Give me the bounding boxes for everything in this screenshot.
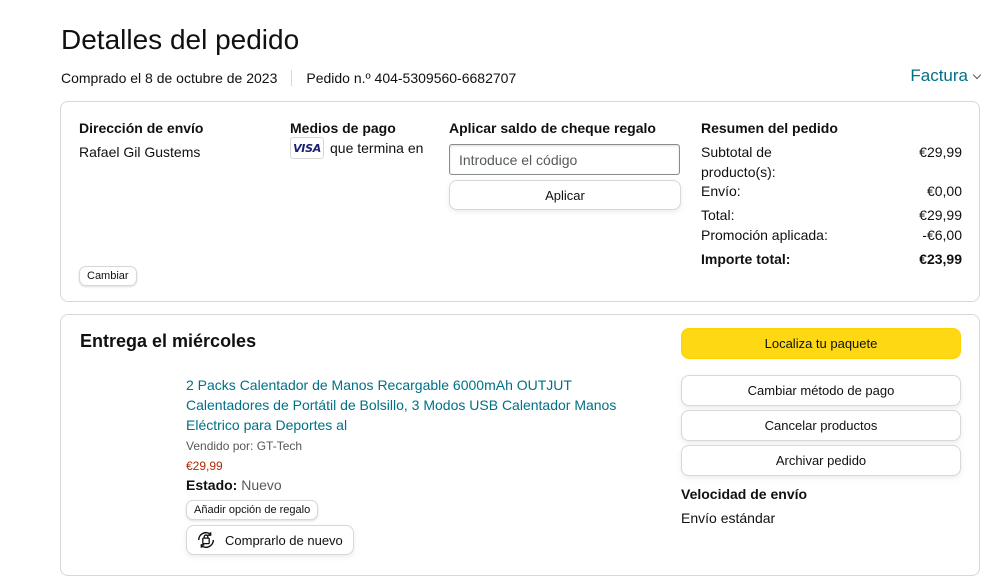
summary-row-grand-total: Importe total: €23,99 [701, 251, 962, 267]
archive-order-button[interactable]: Archivar pedido [681, 445, 961, 476]
visa-card-icon: VISA [290, 137, 324, 159]
seller-text: Vendido por: GT-Tech [186, 439, 303, 453]
product-title-link[interactable]: 2 Packs Calentador de Manos Recargable 6… [186, 375, 636, 435]
delivery-title: Entrega el miércoles [80, 331, 257, 351]
gift-code-input[interactable] [449, 144, 680, 175]
order-number: Pedido n.º 404-5309560-6682707 [306, 70, 517, 86]
condition-value: Nuevo [241, 477, 282, 493]
shipment-card: Entrega el miércoles 2 Packs Calentador … [60, 314, 980, 576]
chevron-down-icon [972, 70, 982, 79]
condition-label: Estado: [186, 477, 238, 493]
summary-row-promotion: Promoción aplicada: -€6,00 [701, 227, 962, 243]
payment-methods-title: Medios de pago [290, 120, 396, 136]
order-meta: Comprado el 8 de octubre de 2023 Pedido … [61, 70, 516, 86]
meta-divider [291, 70, 293, 86]
change-address-button[interactable]: Cambiar [79, 266, 137, 286]
product-condition: Estado: Nuevo [186, 477, 282, 493]
cancel-items-button[interactable]: Cancelar productos [681, 410, 961, 441]
apply-gift-button[interactable]: Aplicar [449, 180, 681, 210]
shipping-address-title: Dirección de envío [79, 120, 204, 136]
order-date: Comprado el 8 de octubre de 2023 [61, 70, 278, 86]
invoice-dropdown[interactable]: Factura [910, 66, 982, 86]
product-price: €29,99 [186, 459, 223, 473]
summary-row-shipping: Envío: €0,00 [701, 183, 962, 199]
summary-row-total: Total: €29,99 [701, 207, 962, 223]
order-summary-title: Resumen del pedido [701, 120, 838, 136]
buy-again-label: Comprarlo de nuevo [225, 532, 343, 548]
shipping-speed-value: Envío estándar [681, 510, 776, 526]
card-ending-text: que termina en [330, 140, 424, 156]
shipping-speed-title: Velocidad de envío [681, 486, 808, 502]
add-gift-option-button[interactable]: Añadir opción de regalo [186, 500, 319, 520]
track-package-button[interactable]: Localiza tu paquete [681, 328, 961, 359]
change-payment-button[interactable]: Cambiar método de pago [681, 375, 961, 406]
summary-row-subtotal: Subtotal de producto(s): €29,99 [701, 144, 962, 180]
shipping-name: Rafael Gil Gustems [79, 144, 201, 160]
invoice-label: Factura [910, 66, 968, 85]
page-title: Detalles del pedido [61, 24, 300, 55]
order-info-card: Dirección de envío Rafael Gil Gustems Ca… [60, 101, 980, 302]
buy-again-button[interactable]: Comprarlo de nuevo [186, 525, 354, 555]
gift-card-title: Aplicar saldo de cheque regalo [449, 120, 656, 136]
buy-again-icon [197, 531, 215, 549]
